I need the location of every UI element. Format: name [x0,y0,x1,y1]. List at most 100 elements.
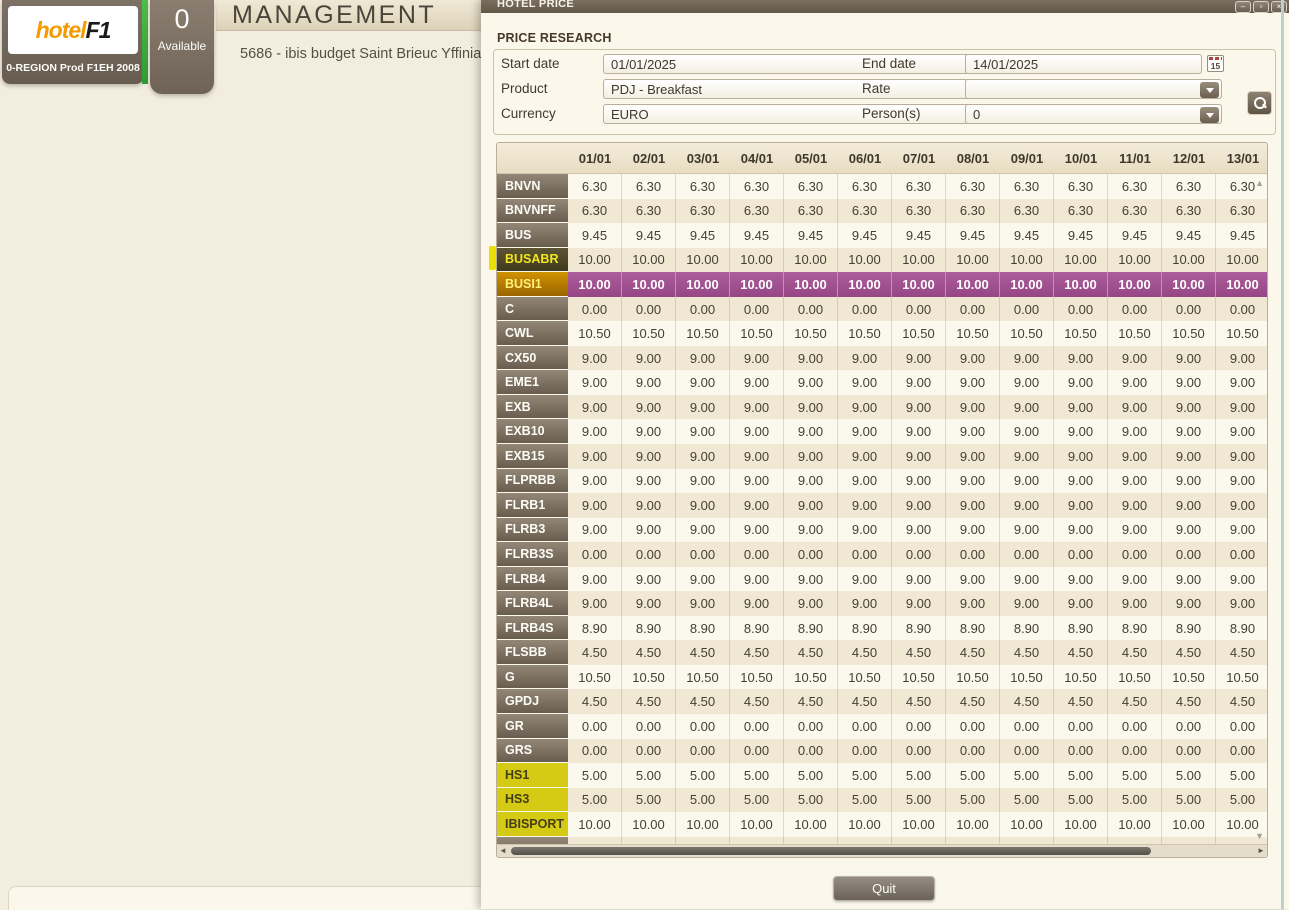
price-cell[interactable]: 6.30 [730,174,784,199]
price-cell[interactable]: 9.00 [1216,567,1268,592]
price-cell[interactable]: 9.00 [784,346,838,371]
price-cell[interactable]: 9.00 [1108,346,1162,371]
price-cell[interactable]: 4.50 [1108,640,1162,665]
price-cell[interactable]: 0.00 [1216,542,1268,567]
price-cell[interactable]: 9.00 [784,370,838,395]
price-cell[interactable]: 0.00 [730,542,784,567]
price-cell[interactable]: 10.00 [838,272,892,297]
maximize-icon[interactable]: ▫ [1253,1,1269,13]
price-cell[interactable]: 9.00 [784,567,838,592]
row-label-GRS[interactable]: GRS [497,739,568,764]
price-cell[interactable]: 5.00 [892,763,946,788]
row-label-CWL[interactable]: CWL [497,321,568,346]
price-cell[interactable]: 9.00 [568,444,622,469]
price-cell[interactable]: 6.30 [1162,199,1216,224]
price-cell[interactable]: 9.00 [892,591,946,616]
row-label-FLRB3S[interactable]: FLRB3S [497,542,568,567]
row-label-EXB15[interactable]: EXB15 [497,444,568,469]
price-cell[interactable]: 9.00 [676,444,730,469]
close-icon[interactable]: × [1271,1,1287,13]
price-cell[interactable]: 5.00 [568,788,622,813]
column-header-09-01[interactable]: 09/01 [1000,143,1054,173]
price-cell[interactable]: 9.00 [622,518,676,543]
price-cell[interactable]: 0.00 [838,739,892,764]
price-cell[interactable]: 9.00 [1000,419,1054,444]
price-cell[interactable]: 10.00 [1108,248,1162,273]
price-cell[interactable]: 9.00 [1108,370,1162,395]
price-cell[interactable]: 9.00 [946,493,1000,518]
row-label-FLPRBB[interactable]: FLPRBB [497,469,568,494]
row-label-HS3[interactable]: HS3 [497,788,568,813]
row-label-BNVN[interactable]: BNVN [497,174,568,199]
price-cell[interactable]: 10.50 [892,321,946,346]
price-cell[interactable]: 0.00 [784,714,838,739]
price-cell[interactable]: 9.00 [784,395,838,420]
persons-select[interactable]: 0 [965,104,1222,124]
price-cell[interactable]: 4.50 [568,640,622,665]
price-cell[interactable]: 9.00 [1000,591,1054,616]
price-cell[interactable]: 9.00 [838,567,892,592]
price-cell[interactable]: 9.00 [892,346,946,371]
price-cell[interactable]: 4.50 [784,640,838,665]
price-cell[interactable]: 6.30 [1162,174,1216,199]
price-cell[interactable]: 6.30 [622,174,676,199]
price-cell[interactable]: 8.90 [1054,616,1108,641]
price-cell[interactable]: 4.50 [838,640,892,665]
row-label-FLRB4[interactable]: FLRB4 [497,567,568,592]
price-cell[interactable]: 10.00 [676,248,730,273]
price-cell[interactable]: 10.50 [892,665,946,690]
horizontal-scrollbar[interactable]: ◄ ► [497,844,1267,857]
price-cell[interactable]: 9.45 [1108,223,1162,248]
quit-button[interactable]: Quit [833,876,935,901]
price-cell[interactable]: 10.00 [1108,812,1162,837]
price-cell[interactable]: 8.90 [568,616,622,641]
column-header-03-01[interactable]: 03/01 [676,143,730,173]
price-cell[interactable]: 0.00 [946,297,1000,322]
price-cell[interactable]: 10.50 [676,321,730,346]
price-cell[interactable]: 5.00 [1162,763,1216,788]
price-cell[interactable]: 4.50 [1162,640,1216,665]
row-label-FLRB3[interactable]: FLRB3 [497,518,568,543]
price-cell[interactable]: 9.00 [622,395,676,420]
price-cell[interactable]: 9.00 [1054,591,1108,616]
price-cell[interactable]: 10.00 [946,272,1000,297]
price-cell[interactable]: 4.50 [1216,640,1268,665]
price-cell[interactable]: 0.00 [892,297,946,322]
price-cell[interactable]: 9.00 [1162,395,1216,420]
price-cell[interactable]: 9.00 [838,370,892,395]
price-cell[interactable]: 9.00 [568,493,622,518]
price-cell[interactable]: 9.45 [568,223,622,248]
price-cell[interactable]: 9.00 [568,518,622,543]
price-cell[interactable]: 9.00 [1216,591,1268,616]
price-cell[interactable]: 5.00 [622,788,676,813]
price-cell[interactable]: 0.00 [568,542,622,567]
price-cell[interactable]: 0.00 [1108,297,1162,322]
price-cell[interactable]: 9.00 [730,395,784,420]
price-cell[interactable]: 0.00 [1162,739,1216,764]
price-cell[interactable]: 0.00 [1108,542,1162,567]
price-cell[interactable]: 9.00 [1108,469,1162,494]
price-cell[interactable]: 9.00 [946,346,1000,371]
price-cell[interactable]: 5.00 [1054,788,1108,813]
price-cell[interactable]: 9.00 [784,493,838,518]
price-cell[interactable]: 9.00 [1216,370,1268,395]
price-cell[interactable]: 6.30 [1216,199,1268,224]
price-cell[interactable]: 9.00 [946,419,1000,444]
price-cell[interactable]: 10.50 [1108,321,1162,346]
price-cell[interactable]: 6.30 [1000,174,1054,199]
price-cell[interactable]: 10.00 [892,248,946,273]
price-cell[interactable]: 0.00 [1054,542,1108,567]
price-cell[interactable]: 0.00 [568,714,622,739]
row-label-EXB10[interactable]: EXB10 [497,419,568,444]
price-cell[interactable]: 6.30 [1054,199,1108,224]
price-cell[interactable]: 9.00 [1000,346,1054,371]
price-cell[interactable]: 0.00 [568,297,622,322]
price-cell[interactable]: 6.30 [1108,199,1162,224]
price-cell[interactable]: 9.00 [622,567,676,592]
price-cell[interactable]: 0.00 [1054,714,1108,739]
price-cell[interactable]: 0.00 [946,714,1000,739]
price-cell[interactable]: 10.00 [730,812,784,837]
price-cell[interactable]: 9.00 [1054,370,1108,395]
price-cell[interactable]: 0.00 [1000,297,1054,322]
price-cell[interactable]: 10.00 [1162,812,1216,837]
